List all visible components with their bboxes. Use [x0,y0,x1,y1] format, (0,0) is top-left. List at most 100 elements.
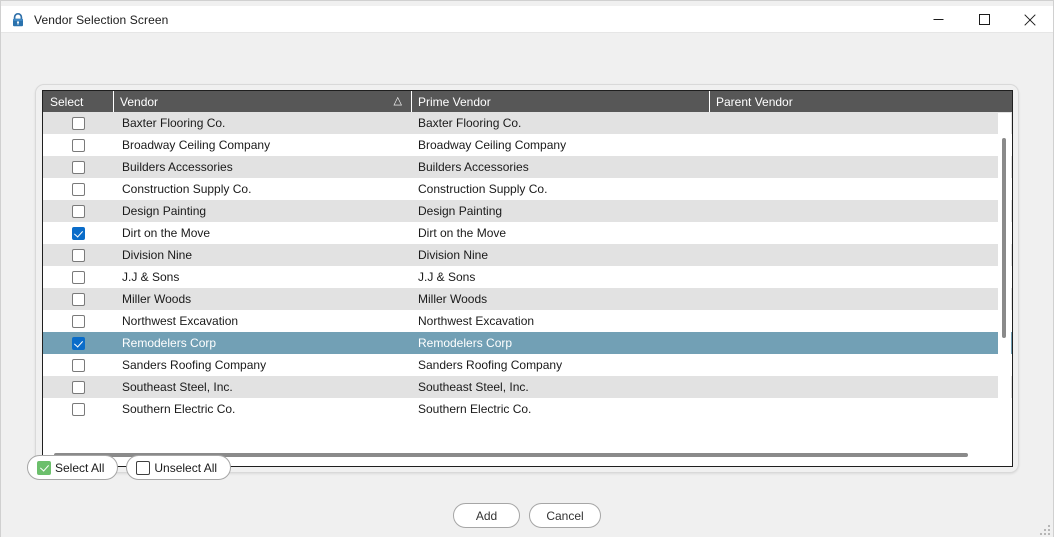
cell-prime-vendor: Miller Woods [418,292,488,306]
cell-prime-vendor: Dirt on the Move [418,226,507,240]
unselect-all-label: Unselect All [154,460,218,475]
cell-parent-vendor [709,310,996,332]
cell-vendor: Southern Electric Co. [122,402,236,416]
cell-parent-vendor [709,354,996,376]
row-checkbox[interactable] [71,380,85,394]
column-header-parent-vendor[interactable]: Parent Vendor [709,91,996,112]
table-row[interactable]: Miller Woods Miller Woods [43,288,1012,310]
cell-prime-vendor: Sanders Roofing Company [418,358,563,372]
row-checkbox[interactable] [71,116,85,130]
row-checkbox[interactable] [71,270,85,284]
grid-vertical-scrollbar[interactable] [998,113,1011,445]
row-select-cell[interactable] [43,288,113,310]
table-row[interactable]: Builders Accessories Builders Accessories [43,156,1012,178]
row-select-cell[interactable] [43,310,113,332]
close-button[interactable] [1007,6,1053,33]
cancel-button[interactable]: Cancel [529,503,601,528]
row-select-cell[interactable] [43,266,113,288]
row-select-cell[interactable] [43,354,113,376]
window-controls [915,6,1053,33]
row-select-cell[interactable] [43,244,113,266]
column-header-parent-vendor-label: Parent Vendor [716,94,793,109]
table-row[interactable]: Northwest Excavation Northwest Excavation [43,310,1012,332]
row-checkbox[interactable] [71,314,85,328]
select-all-label: Select All [55,460,105,475]
cell-parent-vendor [709,200,996,222]
row-select-cell[interactable] [43,376,113,398]
row-checkbox[interactable] [71,182,85,196]
cell-prime-vendor: Design Painting [418,204,503,218]
table-row[interactable]: Southeast Steel, Inc. Southeast Steel, In… [43,376,1012,398]
row-select-cell[interactable] [43,332,113,354]
cell-parent-vendor [709,156,996,178]
maximize-button[interactable] [961,6,1007,33]
cell-prime-vendor: Northwest Excavation [418,314,535,328]
unselect-all-button[interactable]: Unselect All [126,455,232,480]
cell-prime-vendor: Broadway Ceiling Company [418,138,567,152]
table-row[interactable]: Remodelers Corp Remodelers Corp [43,332,1012,354]
title-bar[interactable]: Vendor Selection Screen [1,6,1053,33]
row-checkbox[interactable] [71,248,85,262]
cell-prime-vendor: Baxter Flooring Co. [418,116,522,130]
add-button[interactable]: Add [453,503,520,528]
table-row[interactable]: Sanders Roofing Company Sanders Roofing C… [43,354,1012,376]
row-checkbox[interactable] [71,138,85,152]
cell-vendor: Division Nine [122,248,193,262]
sort-ascending-icon: △ [393,95,402,107]
table-row[interactable]: Division Nine Division Nine [43,244,1012,266]
table-row[interactable]: Construction Supply Co. Construction Supp… [43,178,1012,200]
column-header-select-label: Select [50,94,84,109]
vendor-grid-panel: Select Vendor △ Prime Vendor Parent Vend… [35,84,1019,473]
cell-parent-vendor [709,332,996,354]
dialog-client-area: Select Vendor △ Prime Vendor Parent Vend… [1,33,1053,537]
grid-vertical-scrollbar-thumb[interactable] [1002,138,1006,338]
cell-prime-vendor: Builders Accessories [418,160,529,174]
vendor-selection-dialog: Vendor Selection Screen Select Vendor △ … [0,0,1054,537]
row-select-cell[interactable] [43,112,113,134]
cell-vendor: J.J & Sons [122,270,180,284]
unchecked-checkbox-icon [136,460,151,475]
cell-vendor: Sanders Roofing Company [122,358,267,372]
row-checkbox[interactable] [71,160,85,174]
row-checkbox[interactable] [71,292,85,306]
cell-vendor: Baxter Flooring Co. [122,116,226,130]
select-all-button[interactable]: Select All [27,455,119,480]
cell-parent-vendor [709,222,996,244]
table-row[interactable]: J.J & Sons J.J & Sons [43,266,1012,288]
column-header-select[interactable]: Select [43,91,113,112]
window-title: Vendor Selection Screen [34,12,169,27]
column-header-vendor-label: Vendor [120,94,159,109]
row-select-cell[interactable] [43,398,113,420]
dialog-actions: Add Cancel [1,503,1053,528]
row-select-cell[interactable] [43,134,113,156]
cell-vendor: Remodelers Corp [122,336,217,350]
cell-vendor: Miller Woods [122,292,192,306]
row-select-cell[interactable] [43,156,113,178]
table-row[interactable]: Design Painting Design Painting [43,200,1012,222]
row-checkbox-checked[interactable] [71,336,85,350]
cell-vendor: Broadway Ceiling Company [122,138,271,152]
row-select-cell[interactable] [43,222,113,244]
column-header-prime-vendor[interactable]: Prime Vendor [411,91,709,112]
row-checkbox-checked[interactable] [71,226,85,240]
row-checkbox[interactable] [71,358,85,372]
row-checkbox[interactable] [71,402,85,416]
table-row[interactable]: Dirt on the Move Dirt on the Move [43,222,1012,244]
row-select-cell[interactable] [43,178,113,200]
cell-prime-vendor: Southern Electric Co. [418,402,532,416]
cell-parent-vendor [709,398,996,420]
cell-vendor: Dirt on the Move [122,226,211,240]
cell-parent-vendor [709,266,996,288]
column-header-vendor[interactable]: Vendor △ [113,91,411,112]
row-checkbox[interactable] [71,204,85,218]
resize-grip[interactable] [1038,523,1050,535]
cell-vendor: Design Painting [122,204,207,218]
cell-prime-vendor: Construction Supply Co. [418,182,548,196]
table-row[interactable]: Baxter Flooring Co. Baxter Flooring Co. [43,112,1012,134]
cell-parent-vendor [709,178,996,200]
table-row[interactable]: Broadway Ceiling Company Broadway Ceiling… [43,134,1012,156]
selection-toolbar: Select All Unselect All [27,455,232,480]
minimize-button[interactable] [915,6,961,33]
table-row[interactable]: Southern Electric Co. Southern Electric C… [43,398,1012,420]
row-select-cell[interactable] [43,200,113,222]
